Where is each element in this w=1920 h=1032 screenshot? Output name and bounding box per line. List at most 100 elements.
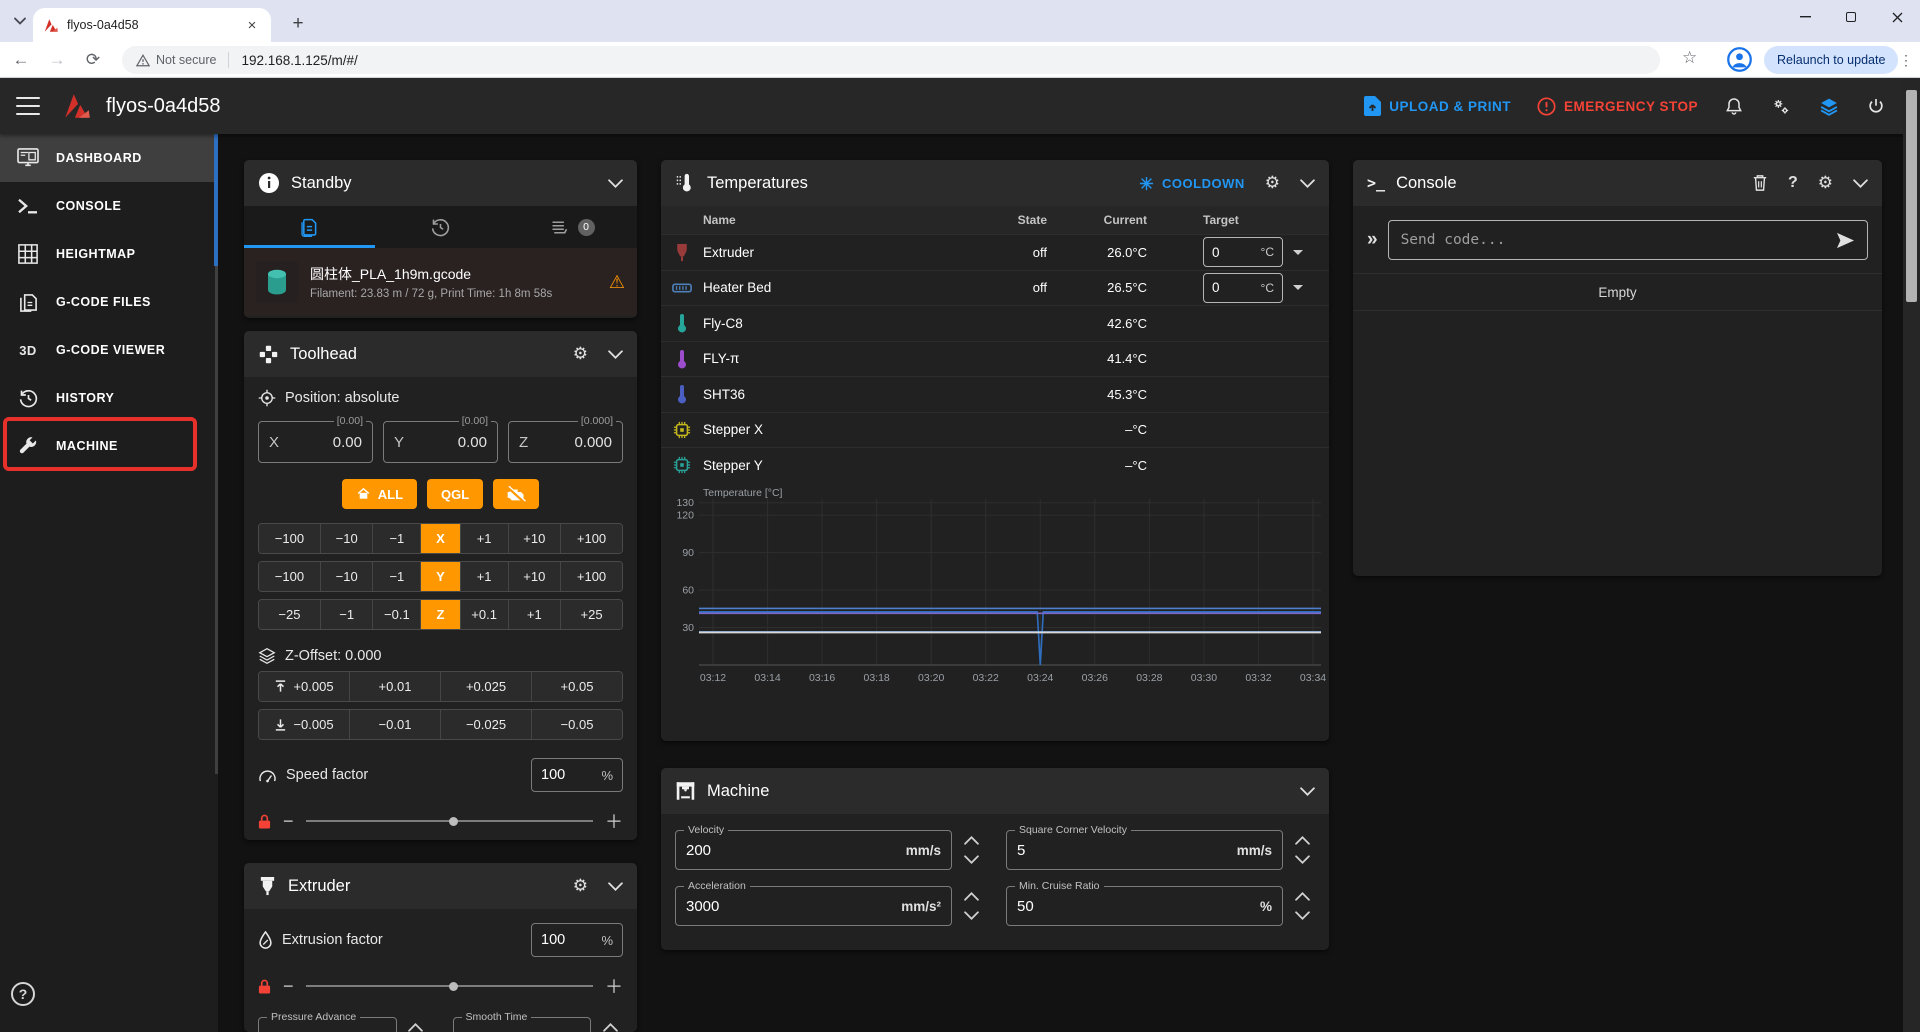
qgl-button[interactable]: QGL <box>427 479 483 509</box>
help-button[interactable]: ? <box>11 982 35 1006</box>
new-tab-button[interactable]: + <box>284 10 312 38</box>
extrusion-factor-slider[interactable] <box>306 985 593 987</box>
temp-row-extruder[interactable]: Extruderoff26.0°C0°C <box>661 234 1329 270</box>
jog-button[interactable]: −100 <box>259 562 320 591</box>
sidebar-item-history[interactable]: HISTORY <box>0 374 218 422</box>
jog-button[interactable]: −100 <box>259 524 320 553</box>
speed-factor-input[interactable]: 100 % <box>531 758 623 792</box>
collapse-chevron-icon[interactable] <box>608 350 623 359</box>
collapse-chevron-icon[interactable] <box>1853 179 1868 188</box>
console-input[interactable]: Send code... <box>1388 220 1868 260</box>
slider-handle[interactable] <box>449 982 458 991</box>
jog-button[interactable]: −25 <box>259 600 320 629</box>
target-temp-input[interactable]: 0°C <box>1203 237 1283 267</box>
not-secure-chip[interactable]: Not secure <box>136 53 216 67</box>
hamburger-menu-icon[interactable] <box>16 97 40 115</box>
z-offset-button[interactable]: −0.005 <box>259 710 349 739</box>
decrement-chevron-icon[interactable] <box>1295 855 1310 864</box>
axis-x-position-input[interactable]: X0.00[0.00] <box>258 421 373 463</box>
target-dropdown-caret-icon[interactable] <box>1293 250 1303 255</box>
page-scrollbar[interactable] <box>1903 78 1920 1032</box>
decrease-speed-button[interactable]: − <box>283 811 294 832</box>
z-offset-button[interactable]: −0.025 <box>440 710 531 739</box>
extrusion-factor-input[interactable]: 100 % <box>531 923 623 957</box>
send-icon[interactable] <box>1836 232 1855 249</box>
jog-button[interactable]: +0.1 <box>460 600 508 629</box>
jog-button[interactable]: +100 <box>560 524 622 553</box>
increment-chevron-icon[interactable] <box>964 892 979 901</box>
decrement-chevron-icon[interactable] <box>964 911 979 920</box>
temp-row-stepper-y[interactable]: Stepper Y–°C <box>661 447 1329 483</box>
collapse-chevron-icon[interactable] <box>1300 179 1315 188</box>
target-temp-input[interactable]: 0°C <box>1203 273 1283 303</box>
sidebar-item-g-code-files[interactable]: G-CODE FILES <box>0 278 218 326</box>
jog-button[interactable]: −1 <box>320 600 373 629</box>
sidebar-item-g-code-viewer[interactable]: 3DG-CODE VIEWER <box>0 326 218 374</box>
sidebar-scrollbar-thumb[interactable] <box>214 134 218 266</box>
temp-row-sht36[interactable]: SHT3645.3°C <box>661 376 1329 412</box>
jog-button[interactable]: −1 <box>372 562 420 591</box>
tab-search-chevron-icon[interactable] <box>8 9 32 33</box>
console-settings-gear-icon[interactable]: ⚙ <box>1818 173 1833 193</box>
trash-icon[interactable] <box>1752 174 1768 192</box>
increment-chevron-icon[interactable] <box>1295 836 1310 845</box>
collapse-chevron-icon[interactable] <box>608 179 623 188</box>
decrement-chevron-icon[interactable] <box>1295 911 1310 920</box>
layers-icon[interactable] <box>1818 96 1840 117</box>
sidebar-item-dashboard[interactable]: DASHBOARD <box>0 134 218 182</box>
jog-button[interactable]: −0.1 <box>372 600 420 629</box>
velocity-input[interactable]: Velocity200mm/s <box>675 830 952 870</box>
sidebar-item-console[interactable]: CONSOLE <box>0 182 218 230</box>
axis-y-position-input[interactable]: Y0.00[0.00] <box>383 421 498 463</box>
pressure-advance-input[interactable]: Pressure Advance0.05s <box>258 1017 397 1032</box>
page-scrollbar-thumb[interactable] <box>1906 90 1917 302</box>
jog-button[interactable]: +1 <box>460 562 508 591</box>
expand-console-button[interactable]: » <box>1367 229 1378 251</box>
min-cruise-ratio-input[interactable]: Min. Cruise Ratio50% <box>1006 886 1283 926</box>
increment-chevron-icon[interactable] <box>964 836 979 845</box>
tab-close-icon[interactable]: × <box>243 17 261 34</box>
temperatures-settings-gear-icon[interactable]: ⚙ <box>1265 173 1280 193</box>
browser-tab[interactable]: flyos-0a4d58 × <box>33 8 271 42</box>
window-maximize-button[interactable] <box>1828 0 1874 34</box>
collapse-chevron-icon[interactable] <box>1300 787 1315 796</box>
jog-button[interactable]: +1 <box>508 600 561 629</box>
url-text[interactable]: 192.168.1.125/m/#/ <box>241 53 357 68</box>
power-icon[interactable] <box>1866 96 1886 117</box>
upload-and-print-button[interactable]: UPLOAD & PRINT <box>1364 96 1511 116</box>
tab-queue[interactable]: 0 <box>506 206 637 248</box>
gcode-file-item[interactable]: 圆柱体_PLA_1h9m.gcode Filament: 23.83 m / 7… <box>244 248 637 316</box>
temp-row-fly-c8[interactable]: Fly-C842.6°C <box>661 305 1329 341</box>
collapse-chevron-icon[interactable] <box>608 882 623 891</box>
jog-button[interactable]: +25 <box>560 600 622 629</box>
toolhead-settings-gear-icon[interactable]: ⚙ <box>573 344 588 364</box>
increment-chevron-icon[interactable] <box>603 1023 618 1032</box>
help-icon[interactable]: ? <box>1788 174 1798 192</box>
cooldown-button[interactable]: COOLDOWN <box>1139 176 1245 191</box>
jog-axis-x[interactable]: X <box>420 524 459 553</box>
increase-extrusion-button[interactable]: ＋ <box>605 973 623 999</box>
forward-icon[interactable]: → <box>42 45 72 75</box>
reload-icon[interactable]: ⟳ <box>78 45 108 75</box>
settings-gears-icon[interactable] <box>1770 96 1792 117</box>
increment-chevron-icon[interactable] <box>1295 892 1310 901</box>
home-all-button[interactable]: ALL <box>342 479 417 509</box>
sidebar-item-machine[interactable]: MACHINE <box>0 422 218 470</box>
decrease-extrusion-button[interactable]: − <box>283 976 294 997</box>
increase-speed-button[interactable]: ＋ <box>605 808 623 834</box>
jog-axis-z[interactable]: Z <box>420 600 459 629</box>
axis-z-position-input[interactable]: Z0.000[0.000] <box>508 421 623 463</box>
decrement-chevron-icon[interactable] <box>964 855 979 864</box>
sidebar-item-heightmap[interactable]: HEIGHTMAP <box>0 230 218 278</box>
z-offset-button[interactable]: −0.01 <box>349 710 440 739</box>
increment-chevron-icon[interactable] <box>408 1023 423 1032</box>
notifications-bell-icon[interactable] <box>1724 96 1744 117</box>
profile-avatar-icon[interactable] <box>1726 46 1753 73</box>
square-corner-velocity-input[interactable]: Square Corner Velocity5mm/s <box>1006 830 1283 870</box>
z-offset-button[interactable]: −0.05 <box>531 710 622 739</box>
motors-off-button[interactable] <box>493 479 539 509</box>
jog-button[interactable]: −10 <box>320 524 373 553</box>
z-offset-button[interactable]: +0.005 <box>259 672 349 701</box>
speed-factor-slider[interactable] <box>306 820 593 822</box>
bookmark-star-icon[interactable]: ☆ <box>1682 48 1697 68</box>
